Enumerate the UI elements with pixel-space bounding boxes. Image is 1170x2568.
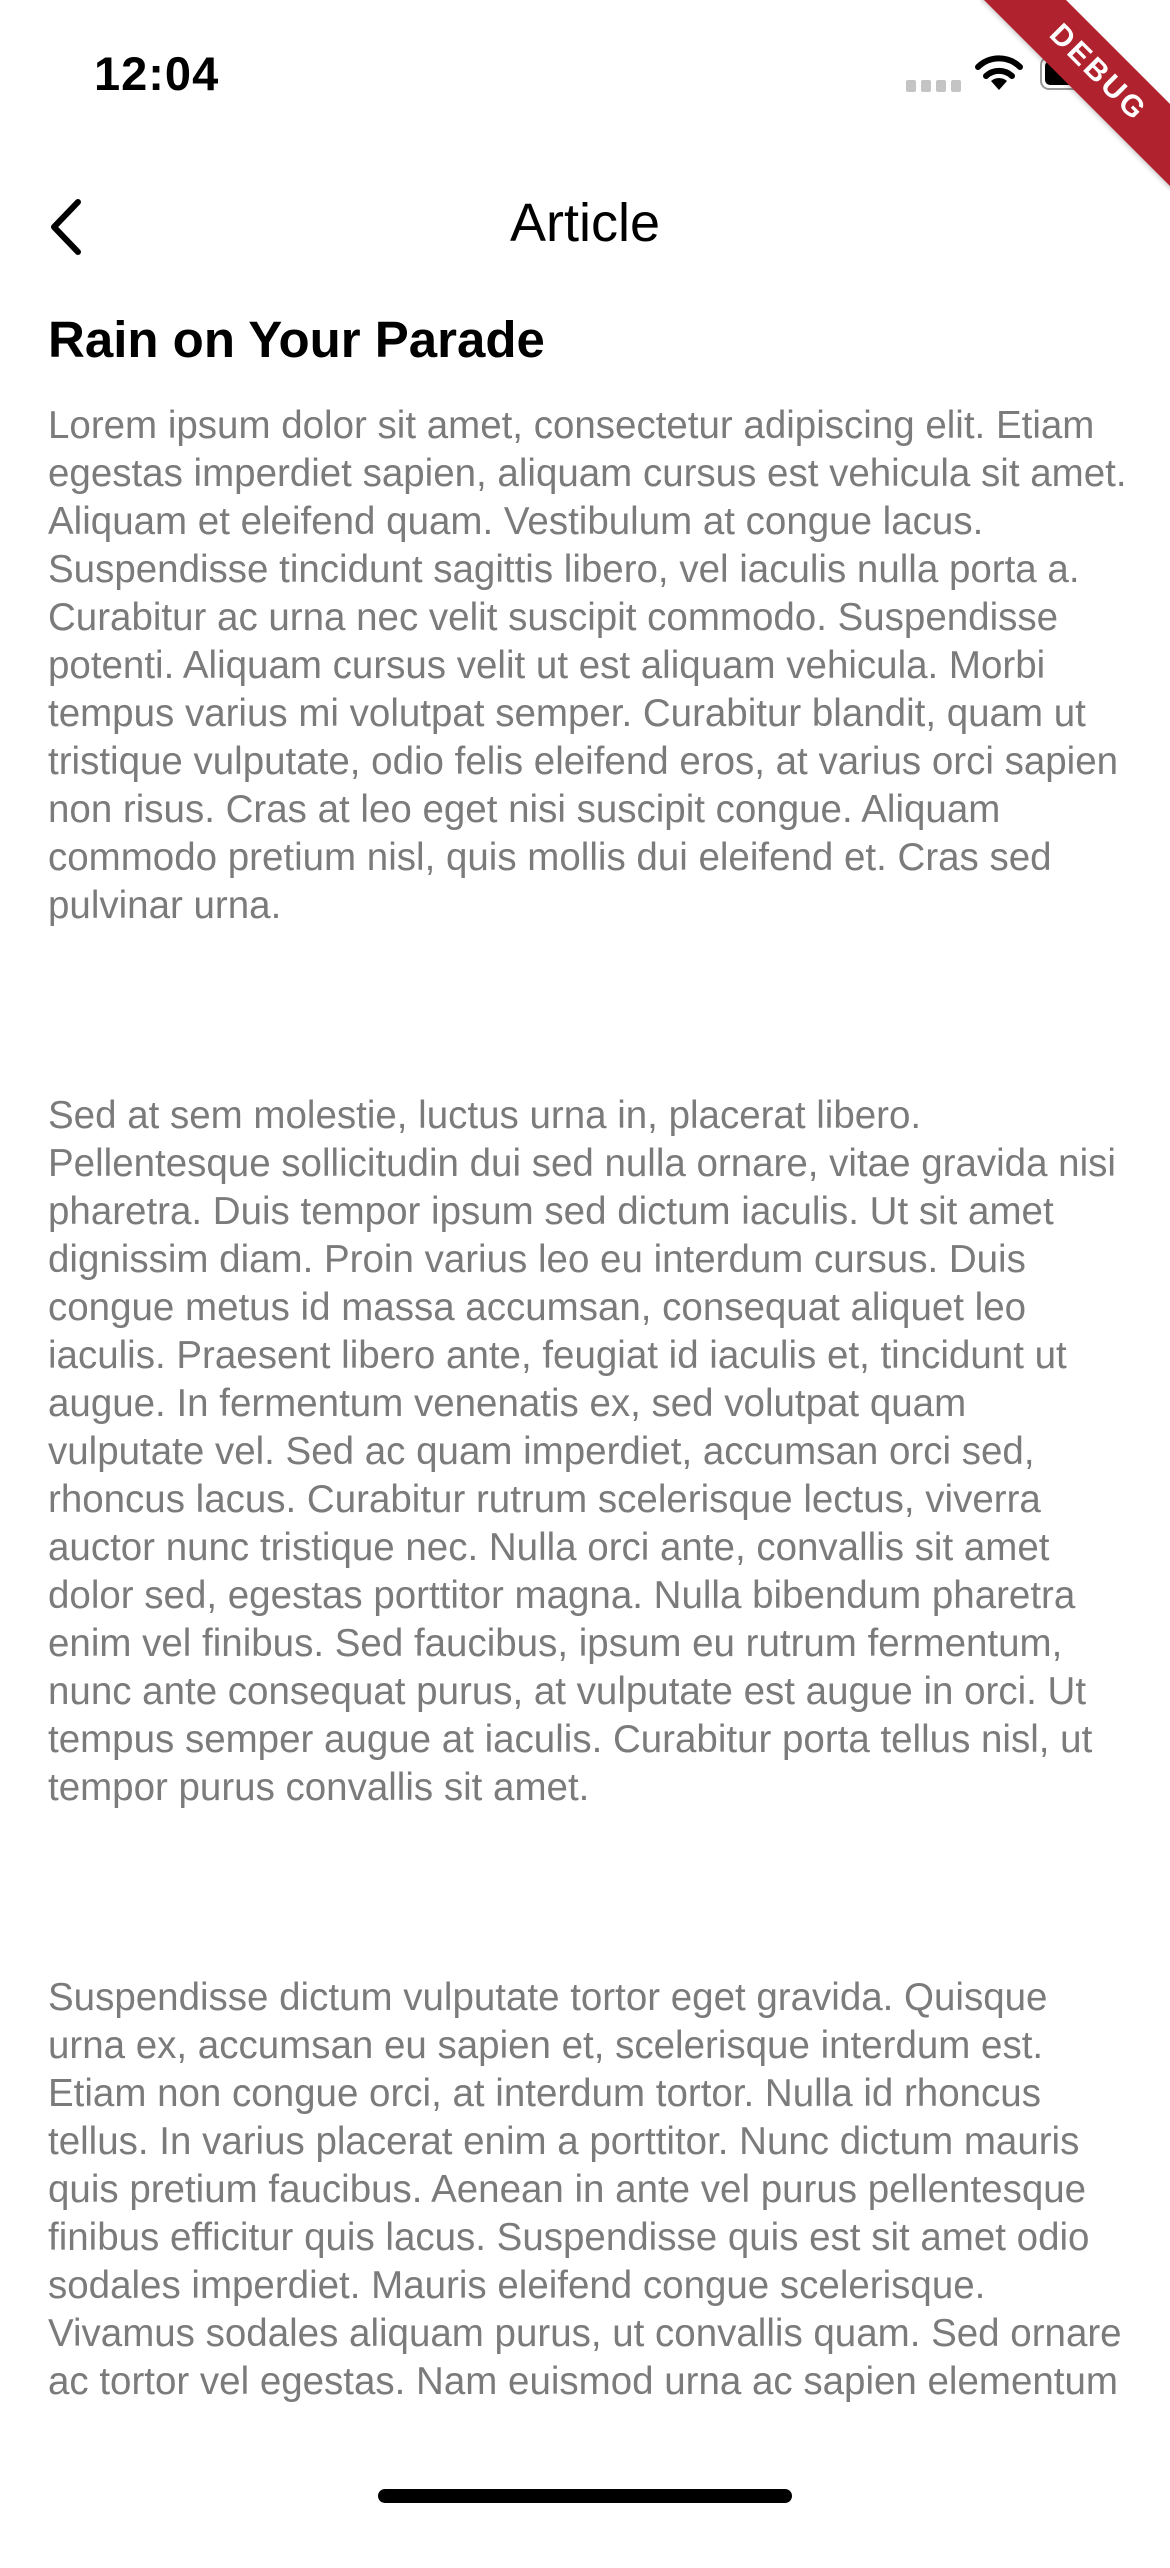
article-paragraph: Suspendisse dictum vulputate tortor eget… bbox=[48, 1976, 1122, 2403]
page-title: Article bbox=[509, 193, 661, 253]
debug-banner: DEBUG bbox=[980, 0, 1170, 190]
status-time: 12:04 bbox=[94, 47, 220, 100]
debug-banner-label: DEBUG bbox=[980, 0, 1170, 190]
article-title: Rain on Your Parade bbox=[48, 311, 545, 368]
article-paragraph: Lorem ipsum dolor sit amet, consectetur … bbox=[48, 404, 1127, 927]
app-bar: Article bbox=[0, 170, 1170, 280]
article-paragraph: Sed at sem molestie, luctus urna in, pla… bbox=[48, 1094, 1116, 1809]
home-indicator bbox=[378, 2489, 792, 2503]
cellular-signal-icon bbox=[906, 80, 962, 92]
article-content: Rain on Your Parade Lorem ipsum dolor si… bbox=[48, 310, 1128, 2568]
